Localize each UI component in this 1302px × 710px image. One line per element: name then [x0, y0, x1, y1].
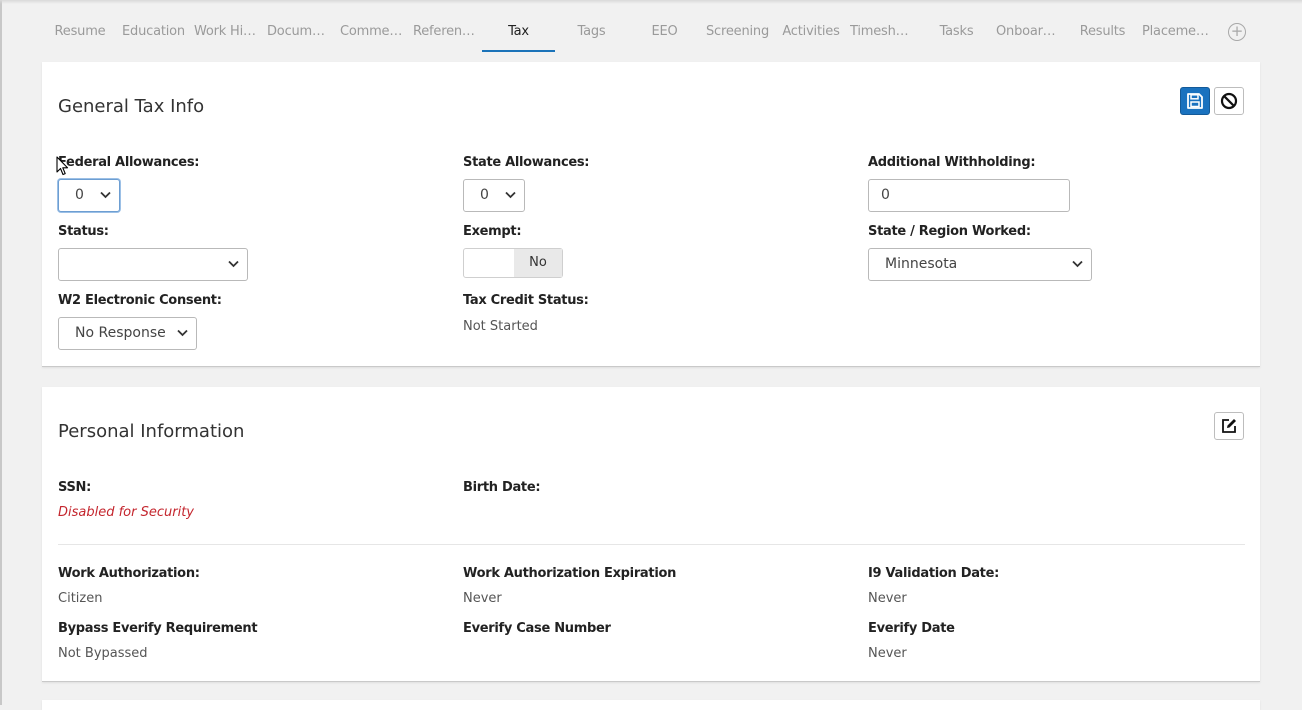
tab-education[interactable]: Education	[120, 12, 187, 52]
additional-withholding-label: Additional Withholding:	[868, 155, 1036, 170]
mouse-cursor-icon	[56, 156, 69, 176]
tax-credit-label: Tax Credit Status:	[463, 293, 589, 308]
exempt-toggle-state: No	[514, 249, 562, 277]
i9-date-value: Never	[868, 591, 907, 606]
save-button[interactable]	[1180, 87, 1210, 115]
tab-documents[interactable]: Documents	[267, 12, 332, 52]
work-auth-exp-label: Work Authorization Expiration	[463, 566, 677, 581]
state-region-value: Minnesota	[885, 256, 958, 272]
tab-activities[interactable]: Activities	[780, 12, 842, 52]
edit-button[interactable]	[1214, 412, 1244, 440]
tab-comments[interactable]: Comments	[340, 12, 404, 52]
tab-work-history[interactable]: Work History	[194, 12, 258, 52]
edit-icon	[1222, 419, 1236, 433]
personal-info-card: Personal Information SSN: Disabled for S…	[42, 387, 1260, 682]
everify-case-label: Everify Case Number	[463, 621, 611, 636]
everify-date-value: Never	[868, 646, 907, 661]
chevron-down-icon	[228, 260, 239, 268]
tab-tasks[interactable]: Tasks	[920, 12, 993, 52]
work-auth-exp-value: Never	[463, 591, 502, 606]
w2-consent-value: No Response	[75, 325, 166, 341]
ssn-value: Disabled for Security	[58, 505, 194, 520]
state-allowances-value: 0	[480, 187, 489, 203]
w2-consent-select[interactable]: No Response	[58, 317, 197, 350]
bypass-everify-label: Bypass Everify Requirement	[58, 621, 258, 636]
tab-onboarding[interactable]: Onboarding	[996, 12, 1060, 52]
tab-eeo[interactable]: EEO	[628, 12, 701, 52]
section-divider	[58, 544, 1245, 545]
work-auth-value: Citizen	[58, 591, 103, 606]
bypass-everify-value: Not Bypassed	[58, 646, 148, 661]
birth-date-label: Birth Date:	[463, 480, 541, 495]
tab-results[interactable]: Results	[1066, 12, 1139, 52]
federal-allowances-value: 0	[75, 187, 84, 203]
chevron-down-icon	[177, 329, 188, 337]
i9-date-label: I9 Validation Date:	[868, 566, 999, 581]
chevron-down-icon	[100, 191, 111, 199]
tab-placements[interactable]: Placements	[1142, 12, 1210, 52]
status-select[interactable]	[58, 248, 248, 281]
tab-tags[interactable]: Tags	[555, 12, 628, 52]
save-icon	[1187, 93, 1203, 109]
top-shadow	[0, 0, 1302, 4]
ssn-label: SSN:	[58, 480, 92, 495]
general-tax-title: General Tax Info	[58, 96, 205, 117]
tab-resume[interactable]: Resume	[52, 12, 108, 52]
state-region-select[interactable]: Minnesota	[868, 248, 1092, 281]
next-card	[42, 700, 1260, 710]
work-auth-label: Work Authorization:	[58, 566, 200, 581]
tab-tax[interactable]: Tax	[482, 12, 555, 52]
federal-allowances-select[interactable]: 0	[58, 179, 120, 212]
personal-info-title: Personal Information	[58, 421, 245, 442]
cancel-button[interactable]	[1214, 87, 1244, 115]
tax-credit-value: Not Started	[463, 319, 538, 334]
exempt-toggle[interactable]: No	[463, 248, 563, 278]
tab-timesheets[interactable]: Timesheets	[850, 12, 916, 52]
chevron-down-icon	[1072, 260, 1083, 268]
state-region-label: State / Region Worked:	[868, 224, 1031, 239]
general-tax-card: General Tax Info Federal Allowances: 0 S…	[42, 62, 1260, 367]
plus-circle-icon[interactable]: +	[1228, 23, 1246, 41]
cancel-icon	[1220, 92, 1238, 110]
state-allowances-label: State Allowances:	[463, 155, 590, 170]
tab-screening[interactable]: Screening	[704, 12, 771, 52]
window-edge	[0, 0, 2, 705]
federal-allowances-label: Federal Allowances:	[58, 155, 200, 170]
additional-withholding-input[interactable]: 0	[868, 179, 1070, 212]
exempt-label: Exempt:	[463, 224, 522, 239]
status-label: Status:	[58, 224, 109, 239]
tab-references[interactable]: References	[413, 12, 479, 52]
state-allowances-select[interactable]: 0	[463, 179, 525, 212]
w2-consent-label: W2 Electronic Consent:	[58, 293, 222, 308]
everify-date-label: Everify Date	[868, 621, 955, 636]
chevron-down-icon	[505, 191, 516, 199]
